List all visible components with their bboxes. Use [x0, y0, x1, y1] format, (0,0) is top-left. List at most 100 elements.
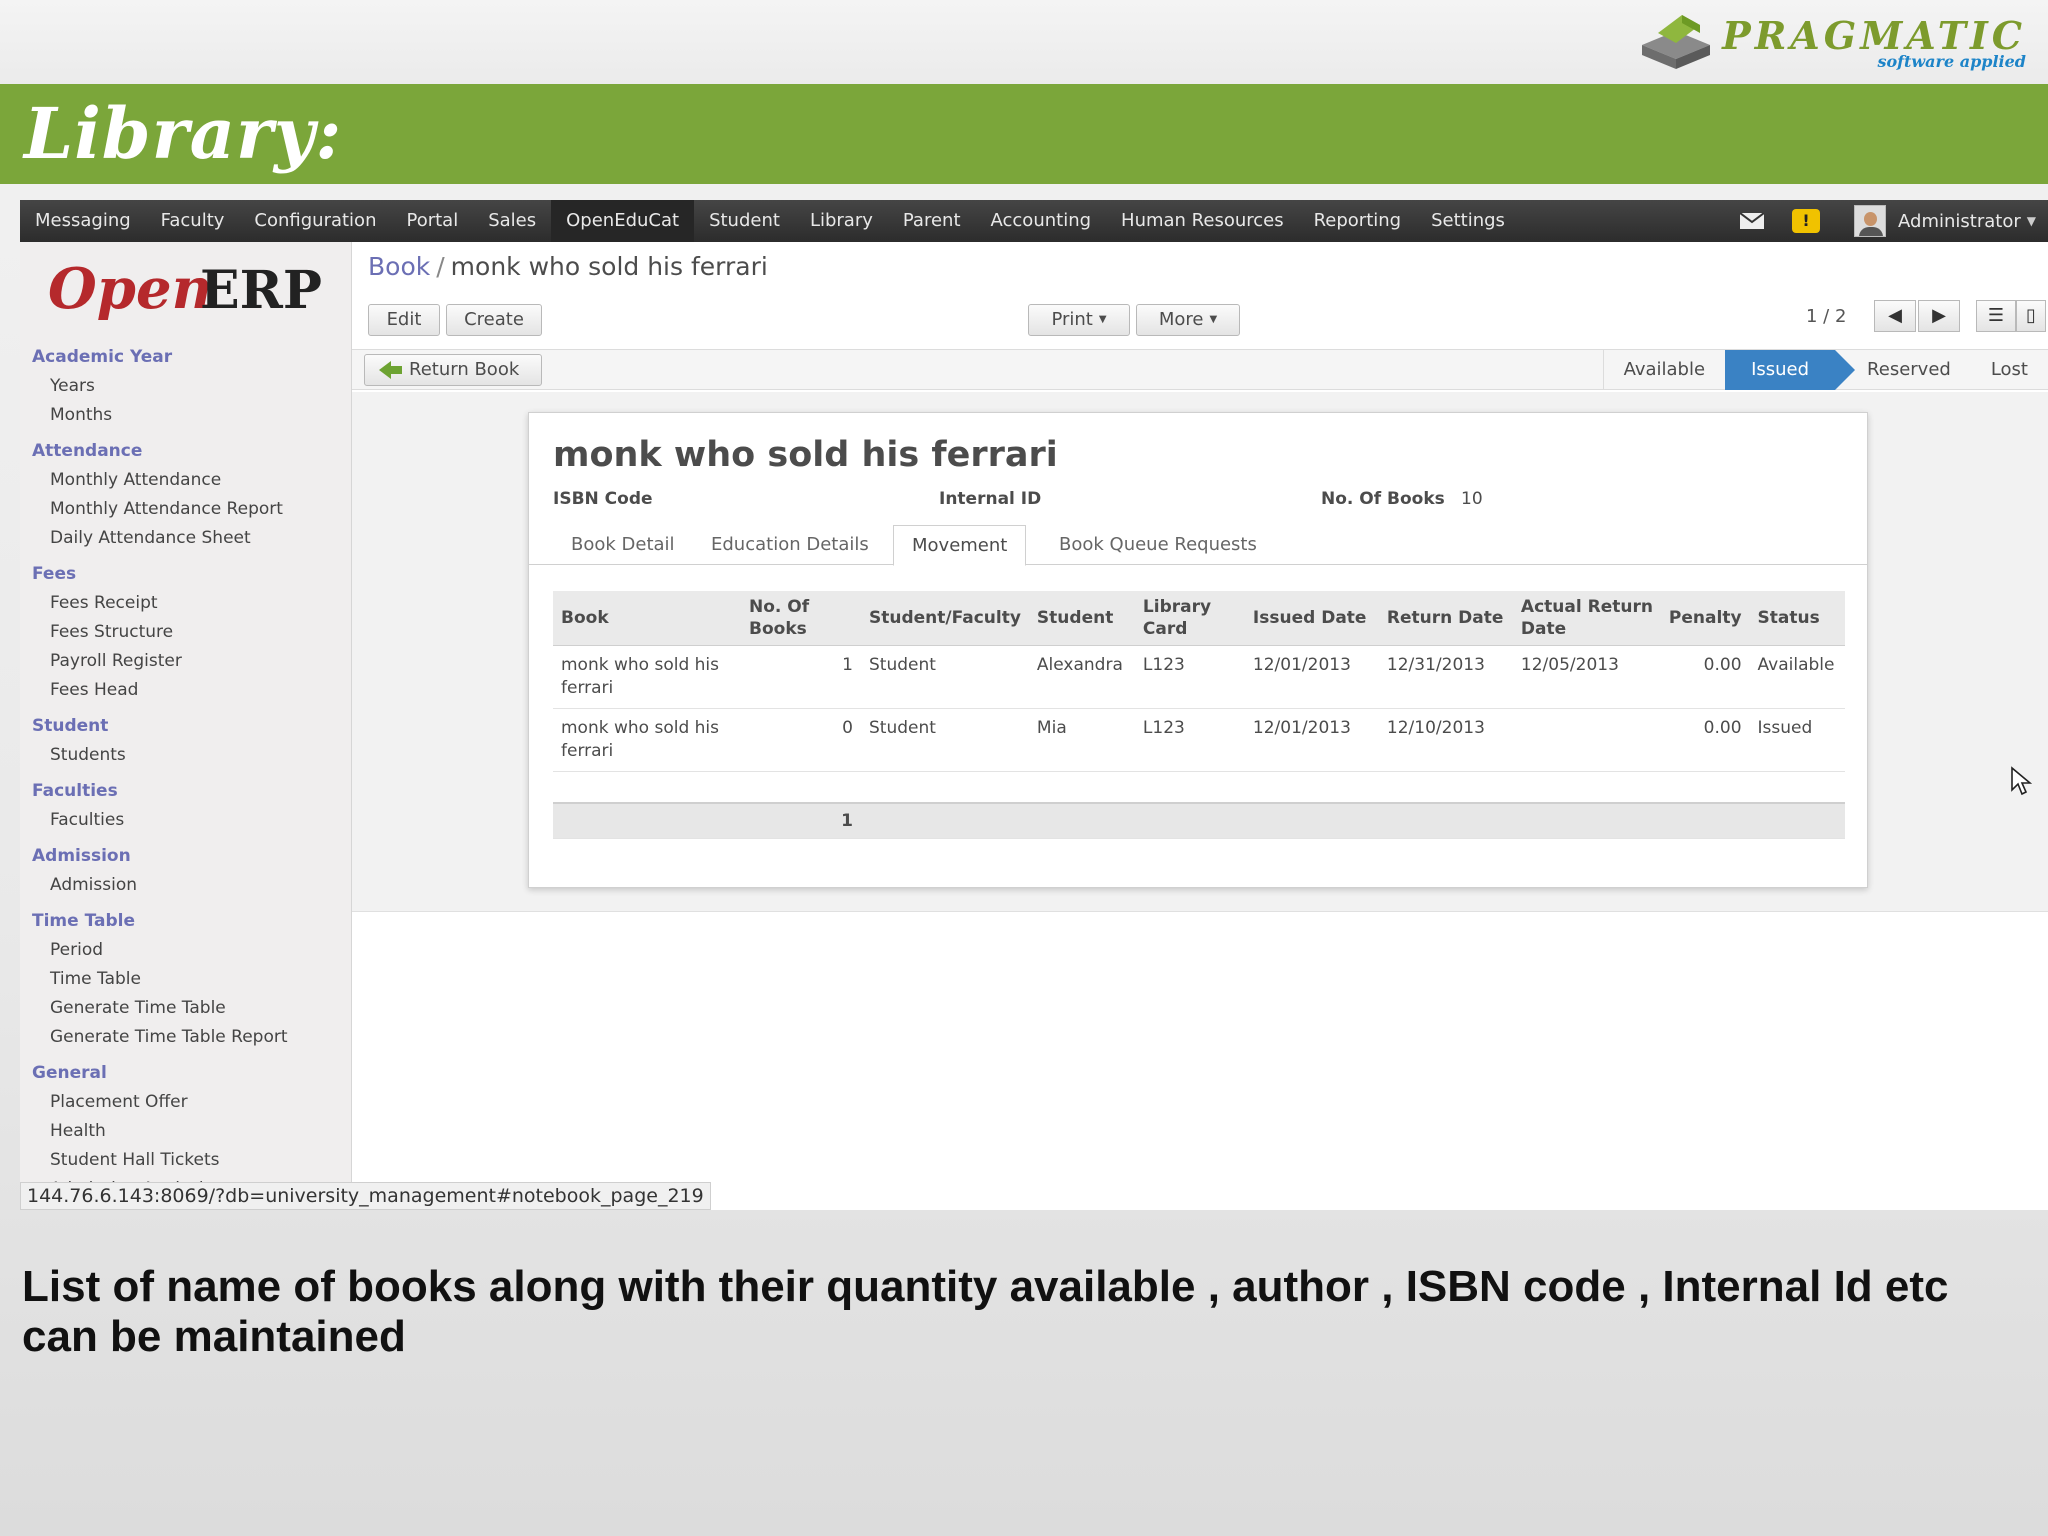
stage-available[interactable]: Available	[1604, 350, 1725, 390]
envelope-icon[interactable]	[1740, 213, 1765, 229]
tab-movement[interactable]: Movement	[893, 525, 1027, 566]
sidebar-section-admission[interactable]: Admission	[20, 841, 351, 871]
edit-button[interactable]: Edit	[368, 304, 440, 336]
list-view-button[interactable]: ☰	[1976, 300, 2016, 332]
more-label: More	[1158, 309, 1204, 330]
nav-configuration[interactable]: Configuration	[239, 200, 391, 242]
nav-student[interactable]: Student	[694, 200, 795, 242]
nav-parent[interactable]: Parent	[888, 200, 976, 242]
table-row[interactable]: monk who sold his ferrari 1 Student Alex…	[553, 645, 1845, 709]
column-header-book[interactable]: Book	[553, 591, 741, 646]
sidebar-item-students[interactable]: Students	[20, 741, 351, 770]
tab-education-details[interactable]: Education Details	[693, 525, 887, 565]
sidebar-item-fees-receipt[interactable]: Fees Receipt	[20, 589, 351, 618]
table-header-row: Book No. Of Books Student/Faculty Studen…	[553, 591, 1845, 646]
create-button[interactable]: Create	[446, 304, 542, 336]
cell-student: Mia	[1028, 708, 1135, 772]
sidebar-item-years[interactable]: Years	[20, 372, 351, 401]
sidebar-item-admission[interactable]: Admission	[20, 871, 351, 900]
nav-messaging[interactable]: Messaging	[20, 200, 146, 242]
sidebar-section-student[interactable]: Student	[20, 711, 351, 741]
cell-student: Alexandra	[1028, 645, 1135, 709]
table-row[interactable]: monk who sold his ferrari 0 Student Mia …	[553, 708, 1845, 772]
sidebar-item-generate-time-table-report[interactable]: Generate Time Table Report	[20, 1023, 351, 1052]
column-header-penalty[interactable]: Penalty	[1660, 591, 1750, 646]
column-header-return-date[interactable]: Return Date	[1378, 591, 1513, 646]
sidebar-item-payroll-register[interactable]: Payroll Register	[20, 647, 351, 676]
more-button[interactable]: More ▼	[1136, 304, 1240, 336]
print-label: Print	[1051, 309, 1093, 330]
footer-total-books: 1	[741, 803, 861, 839]
sidebar-item-daily-attendance-sheet[interactable]: Daily Attendance Sheet	[20, 524, 351, 553]
sidebar-item-fees-head[interactable]: Fees Head	[20, 676, 351, 705]
tab-book-detail[interactable]: Book Detail	[553, 525, 693, 565]
sidebar-item-time-table[interactable]: Time Table	[20, 965, 351, 994]
user-menu[interactable]: Administrator	[1898, 211, 2021, 232]
avatar[interactable]	[1854, 205, 1887, 237]
pager-counter: 1 / 2	[1806, 306, 1847, 327]
nav-human-resources[interactable]: Human Resources	[1106, 200, 1299, 242]
brand-tagline: software applied	[1877, 51, 2026, 71]
sidebar-item-health[interactable]: Health	[20, 1117, 351, 1146]
slide-title-band: Library:	[0, 84, 2048, 184]
tab-book-queue-requests[interactable]: Book Queue Requests	[1041, 525, 1275, 565]
column-header-actual-return-date[interactable]: Actual Return Date	[1512, 591, 1661, 646]
next-record-button[interactable]: ▶	[1918, 300, 1960, 332]
cell-book: monk who sold his ferrari	[553, 708, 741, 772]
column-header-status[interactable]: Status	[1749, 591, 1845, 646]
column-header-no-of-books[interactable]: No. Of Books	[741, 591, 861, 646]
stage-issued[interactable]: Issued	[1725, 350, 1856, 390]
return-book-label: Return Book	[409, 359, 520, 380]
stage-lost[interactable]: Lost	[1971, 350, 2048, 390]
sidebar-section-general[interactable]: General	[20, 1058, 351, 1088]
sidebar-item-generate-time-table[interactable]: Generate Time Table	[20, 994, 351, 1023]
nav-library[interactable]: Library	[795, 200, 888, 242]
nav-settings[interactable]: Settings	[1416, 200, 1520, 242]
sidebar-item-monthly-attendance-report[interactable]: Monthly Attendance Report	[20, 495, 351, 524]
nav-portal[interactable]: Portal	[391, 200, 473, 242]
column-header-student-faculty[interactable]: Student/Faculty	[861, 591, 1029, 646]
previous-record-button[interactable]: ◀	[1874, 300, 1916, 332]
column-header-student[interactable]: Student	[1028, 591, 1135, 646]
column-header-library-card[interactable]: Library Card	[1134, 591, 1245, 646]
sidebar-section-attendance[interactable]: Attendance	[20, 436, 351, 466]
cell-student-faculty: Student	[861, 645, 1029, 709]
return-book-button[interactable]: Return Book	[364, 354, 542, 386]
nav-accounting[interactable]: Accounting	[976, 200, 1107, 242]
breadcrumb-current: monk who sold his ferrari	[450, 252, 768, 281]
chevron-down-icon: ▼	[1209, 314, 1218, 325]
sidebar-item-months[interactable]: Months	[20, 401, 351, 430]
nav-openeducat[interactable]: OpenEduCat	[551, 200, 695, 242]
nav-reporting[interactable]: Reporting	[1299, 200, 1417, 242]
sidebar-item-placement-offer[interactable]: Placement Offer	[20, 1088, 351, 1117]
cell-penalty: 0.00	[1660, 645, 1750, 709]
notebook-tabs: Book Detail Education Details Movement B…	[529, 525, 1867, 566]
sidebar-item-monthly-attendance[interactable]: Monthly Attendance	[20, 466, 351, 495]
warning-icon[interactable]: !	[1792, 209, 1821, 233]
isbn-code-label: ISBN Code	[553, 489, 653, 509]
breadcrumb-separator: /	[436, 252, 445, 281]
breadcrumb-book-link[interactable]: Book	[368, 252, 430, 281]
nav-sales[interactable]: Sales	[473, 200, 551, 242]
logo-open-text: Open	[48, 256, 213, 322]
slide-title: Library:	[24, 92, 343, 175]
sidebar-item-fees-structure[interactable]: Fees Structure	[20, 618, 351, 647]
table-spacer-row	[553, 771, 1845, 804]
column-header-issued-date[interactable]: Issued Date	[1244, 591, 1379, 646]
sidebar-item-period[interactable]: Period	[20, 936, 351, 965]
sidebar-item-faculties[interactable]: Faculties	[20, 806, 351, 835]
sidebar-section-time-table[interactable]: Time Table	[20, 906, 351, 936]
sidebar-section-fees[interactable]: Fees	[20, 559, 351, 589]
logo-erp-text: ERP	[200, 260, 322, 321]
sidebar-item-student-hall-tickets[interactable]: Student Hall Tickets	[20, 1146, 351, 1175]
print-button[interactable]: Print ▼	[1028, 304, 1130, 336]
table-footer-row: 1	[553, 803, 1845, 839]
stage-reserved[interactable]: Reserved	[1835, 350, 1971, 390]
mouse-cursor-icon	[2011, 766, 2032, 796]
form-view-button[interactable]: ▯	[2016, 300, 2046, 332]
sidebar-section-academic-year[interactable]: Academic Year	[20, 342, 351, 372]
sidebar-section-faculties[interactable]: Faculties	[20, 776, 351, 806]
cell-return-date: 12/10/2013	[1378, 708, 1513, 772]
chevron-down-icon[interactable]: ▼	[2027, 214, 2036, 228]
nav-faculty[interactable]: Faculty	[146, 200, 240, 242]
